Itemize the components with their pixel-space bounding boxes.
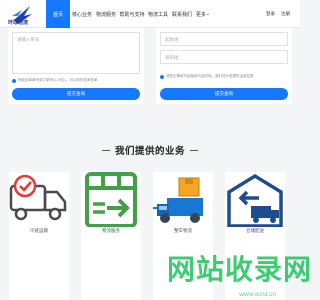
tracking-submit-button[interactable]: 提交查询 — [12, 88, 140, 100]
service-card-cold-chain[interactable]: 冷链运输 — [9, 172, 69, 300]
warehouse-truck-icon — [227, 173, 283, 227]
register-link[interactable]: 注册 — [281, 11, 290, 17]
top-header: 环球物流 首页 核心业务 物流服务 帮助与支持 物流工具 联系我们 更多 ⌄ 登… — [0, 0, 300, 28]
nav-item-tools[interactable]: 物流工具 — [146, 0, 170, 28]
truck-check-icon — [9, 174, 67, 221]
tracking-form: 请输入单号 例如运单单号或订单号(1-20位)，可以同时查询多单 提交查询 — [8, 28, 144, 104]
services-section-title: 我们提供的业务 — [0, 143, 300, 157]
section-title-text: 我们提供的业务 — [114, 146, 185, 157]
info-icon — [160, 74, 164, 79]
title-divider-left — [101, 149, 110, 151]
tracking-note-text: 例如运单单号或订单号(1-20位)，可以同时查询多单 — [18, 78, 98, 82]
freight-estimate-form: 起始地 目的地 请您正确填写起始地与目的地，我们将为您提供运费估算 提交查询 — [156, 28, 292, 104]
info-icon — [12, 78, 16, 83]
main-nav: 首页 核心业务 物流服务 帮助与支持 物流工具 联系我们 更多 ⌄ — [46, 0, 212, 28]
tracking-note: 例如运单单号或订单号(1-20位)，可以同时查询多单 — [12, 78, 97, 83]
origin-input[interactable]: 起始地 — [160, 32, 288, 46]
tracking-number-input[interactable]: 请输入单号 — [12, 32, 140, 74]
delivery-truck-icon — [153, 177, 203, 223]
nav-item-logistics-service[interactable]: 物流服务 — [94, 0, 118, 28]
auth-links: 登录 注册 — [260, 0, 290, 28]
freight-submit-button[interactable]: 提交查询 — [160, 88, 288, 100]
nav-item-more-label: 更多 — [195, 11, 206, 18]
freight-note: 请您正确填写起始地与目的地，我们将为您提供运费估算 — [160, 74, 254, 79]
service-name: 物流服务 — [102, 228, 120, 233]
freight-note-text: 请您正确填写起始地与目的地，我们将为您提供运费估算 — [166, 74, 254, 78]
logo-text: 环球物流 — [8, 20, 29, 26]
title-divider-right — [190, 149, 198, 151]
watermark-text: 网站收录网 — [166, 253, 312, 286]
nav-item-contact[interactable]: 联系我们 — [170, 0, 194, 28]
service-name: 仓储配送 — [246, 228, 264, 233]
destination-input[interactable]: 目的地 — [160, 50, 288, 64]
service-name: 冷链运输 — [30, 228, 48, 233]
nav-item-core-business[interactable]: 核心业务 — [70, 0, 94, 28]
service-card-logistics[interactable]: 物流服务 — [81, 172, 141, 300]
watermark-url: www.wzsl.cn — [239, 291, 276, 298]
nav-item-more[interactable]: 更多 ⌄ — [194, 0, 212, 28]
chevron-down-icon: ⌄ — [205, 11, 211, 17]
nav-item-home[interactable]: 首页 — [46, 0, 70, 28]
nav-item-help[interactable]: 帮助与支持 — [118, 0, 146, 28]
login-link[interactable]: 登录 — [266, 11, 275, 17]
service-name: 整车物流 — [174, 228, 192, 233]
box-arrow-icon — [85, 172, 137, 227]
